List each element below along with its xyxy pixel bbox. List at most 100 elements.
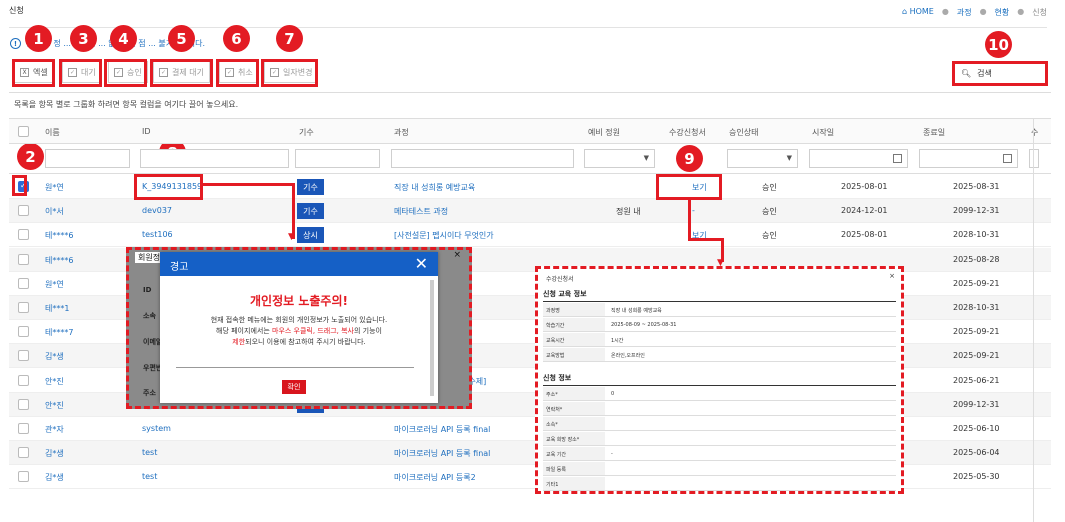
- row-checkbox[interactable]: [18, 253, 29, 265]
- col-form[interactable]: 수강신청서: [669, 127, 706, 138]
- filter-more-input[interactable]: [1029, 149, 1039, 168]
- row-end-date: 2025-09-21: [953, 278, 1000, 288]
- filter-cohort-input[interactable]: [295, 149, 380, 168]
- row-id-link[interactable]: test: [142, 448, 157, 457]
- cohort-tag[interactable]: 기수: [297, 203, 324, 220]
- highlight-wait: [59, 59, 102, 87]
- row-course-link[interactable]: 마이크로러닝 API 등록 final: [394, 424, 490, 435]
- row-course-link[interactable]: [사전설문] 펩시이다 무엇인가: [394, 230, 494, 241]
- row-end-date: 2025-06-10: [953, 424, 1000, 433]
- filter-start-date[interactable]: [809, 149, 908, 168]
- highlight-excel: [12, 59, 55, 87]
- row-name[interactable]: 테****7: [45, 327, 73, 338]
- highlight-row-checkbox: [12, 175, 27, 196]
- row-reserve: 정원 내: [616, 207, 641, 217]
- breadcrumb-home[interactable]: ⌂ HOME: [902, 7, 934, 18]
- form-field-row: 과정명 직장 내 성희롱 예방교육: [543, 303, 896, 317]
- highlight-id-link: [134, 174, 203, 200]
- alert-header: 경고 ✕: [160, 252, 438, 276]
- col-start[interactable]: 시작일: [812, 127, 834, 138]
- form-field-row: 파일 등록: [543, 462, 896, 476]
- filter-course-input[interactable]: [391, 149, 574, 168]
- form-field-label: 과정명: [543, 303, 605, 316]
- table-row[interactable]: 테****6 test106 [사전설문] 펩시이다 무엇인가 보기 승인 2025-08…: [9, 223, 1051, 248]
- col-end[interactable]: 종료일: [923, 127, 945, 138]
- calendar-icon: [893, 154, 902, 163]
- row-checkbox[interactable]: [18, 423, 29, 434]
- row-course-link[interactable]: 메타테스트 과정: [394, 206, 448, 217]
- row-checkbox[interactable]: [18, 205, 29, 217]
- chevron-down-icon: ▼: [786, 154, 792, 162]
- row-name[interactable]: 김*생: [45, 472, 64, 483]
- row-id-link[interactable]: test106: [142, 230, 173, 239]
- row-id-link[interactable]: system: [142, 424, 171, 433]
- row-checkbox[interactable]: [18, 471, 29, 483]
- divider: [176, 367, 414, 368]
- form-field-label: 교육시간: [543, 333, 605, 346]
- row-name[interactable]: 김*생: [45, 448, 64, 459]
- row-name[interactable]: 김*생: [45, 351, 64, 362]
- row-form-link[interactable]: -: [692, 206, 695, 215]
- row-name[interactable]: 테***1: [45, 303, 69, 314]
- filter-id-input[interactable]: [140, 149, 289, 168]
- row-name[interactable]: 원*연: [45, 182, 64, 193]
- confirm-button[interactable]: 확인: [282, 380, 306, 394]
- form-field-value: 온라인,오프라인: [611, 353, 645, 359]
- row-name[interactable]: 안*진: [45, 400, 64, 411]
- cohort-tag[interactable]: 기수: [297, 179, 324, 195]
- row-checkbox[interactable]: [18, 350, 29, 362]
- form-field-row: 교육 희망 장소*: [543, 432, 896, 446]
- row-end-date: 2025-08-31: [953, 182, 1000, 191]
- row-name[interactable]: 이*서: [45, 206, 64, 217]
- search-button[interactable]: 🔍︎ 검색: [952, 61, 1048, 86]
- row-course-link[interactable]: 직장 내 성희롱 예방교육: [394, 182, 475, 193]
- breadcrumb-status[interactable]: 현황: [995, 7, 1010, 18]
- row-name[interactable]: 원*연: [45, 279, 64, 290]
- row-id-link[interactable]: test: [142, 472, 157, 481]
- row-course-link[interactable]: 마이크로러닝 API 등록2: [394, 472, 476, 483]
- row-checkbox[interactable]: [18, 374, 29, 386]
- divider: [543, 385, 896, 386]
- filter-status-select[interactable]: ▼: [727, 149, 798, 168]
- row-checkbox[interactable]: [18, 398, 29, 410]
- column-divider: [1033, 118, 1034, 522]
- row-name[interactable]: 안*진: [45, 376, 64, 387]
- badge-10: 10: [985, 31, 1012, 58]
- form-field-value: 1시간: [611, 338, 624, 344]
- alert-message: 현재 접속한 메뉴에는 회원의 개인정보가 노출되어 있습니다. 해당 페이지에…: [210, 316, 388, 346]
- row-checkbox[interactable]: [18, 277, 29, 289]
- close-icon[interactable]: ×: [889, 272, 895, 280]
- form-field-row: 학습기간 2025-08-09 ~ 2025-08-31: [543, 318, 896, 332]
- breadcrumb-course[interactable]: 과정: [957, 7, 972, 18]
- close-icon[interactable]: ✕: [415, 254, 428, 273]
- col-cohort[interactable]: 기수: [299, 127, 314, 138]
- table-row[interactable]: 이*서 dev037 메타테스트 과정 정원 내 - 승인 2024-12-01 2099-1…: [9, 199, 1051, 224]
- row-name[interactable]: 관*자: [45, 424, 64, 435]
- scrollbar[interactable]: [430, 280, 434, 396]
- row-id-link[interactable]: dev037: [142, 206, 172, 215]
- row-checkbox[interactable]: [18, 326, 29, 338]
- row-end-date: 2099-12-31: [953, 206, 1000, 216]
- filter-reserve-select[interactable]: ▼: [584, 149, 655, 168]
- cohort-tag[interactable]: 상시: [297, 227, 324, 244]
- form-field-value: 0: [611, 391, 615, 397]
- arrow-down-icon: ▼: [288, 232, 295, 242]
- form-field-value: 직장 내 성희롱 예방교육: [611, 308, 662, 314]
- row-status: 승인: [762, 183, 777, 192]
- close-icon[interactable]: ×: [453, 250, 461, 260]
- row-name[interactable]: 테****6: [45, 255, 73, 266]
- filter-name-input[interactable]: [45, 149, 130, 168]
- col-name[interactable]: 이름: [45, 127, 60, 138]
- row-checkbox[interactable]: [18, 447, 29, 459]
- row-checkbox[interactable]: [18, 229, 29, 241]
- row-name[interactable]: 테****6: [45, 230, 73, 241]
- col-id[interactable]: ID: [142, 127, 151, 136]
- form-field-label: 교육방법: [543, 348, 605, 361]
- col-course[interactable]: 과정: [394, 127, 409, 138]
- select-all-checkbox[interactable]: [18, 126, 29, 137]
- col-reserve[interactable]: 예비 정원: [588, 127, 620, 138]
- row-checkbox[interactable]: [18, 302, 29, 313]
- col-status[interactable]: 승인상태: [729, 127, 758, 138]
- filter-end-date[interactable]: [919, 149, 1018, 168]
- row-course-link[interactable]: 마이크로러닝 API 등록 final: [394, 448, 490, 459]
